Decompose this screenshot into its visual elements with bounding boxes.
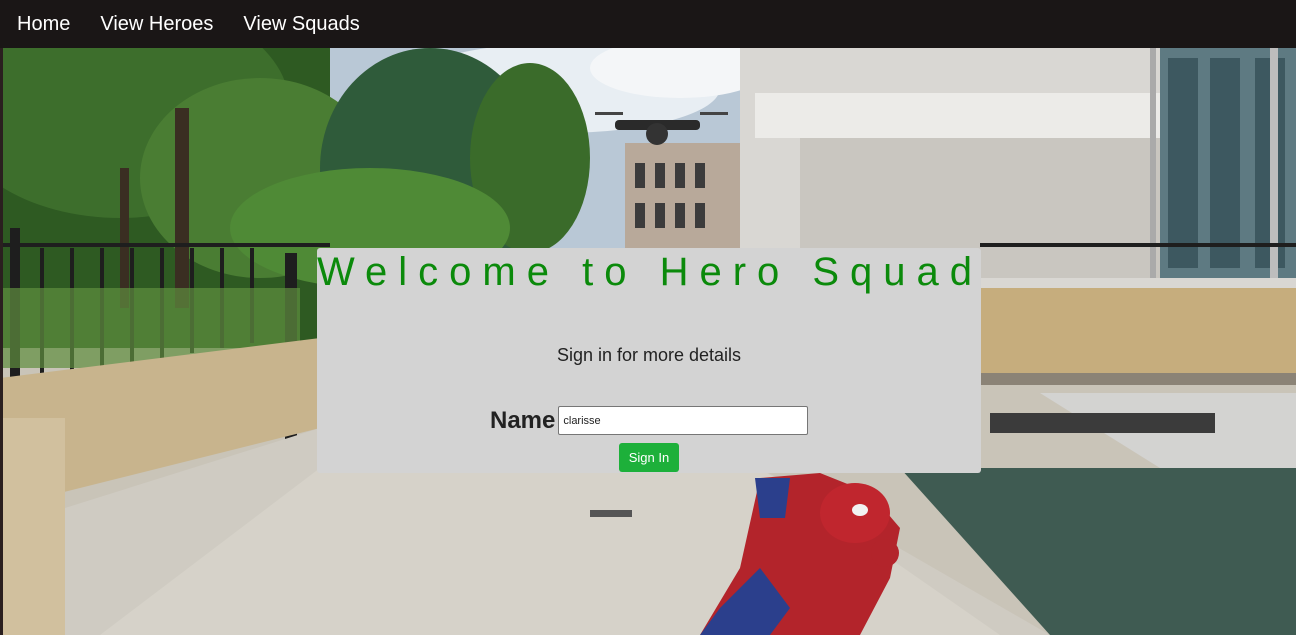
signin-card: Welcome to Hero Squad Sign in for more d… [317,248,981,473]
name-label: Name [490,406,556,434]
top-navbar: Home View Heroes View Squads [0,0,1296,48]
nav-link-home[interactable]: Home [17,13,70,36]
name-input[interactable] [558,406,809,435]
welcome-title: Welcome to Hero Squad [317,250,984,294]
signin-subtitle: Sign in for more details [556,345,742,365]
name-field-row: Name [490,406,809,435]
sign-in-button[interactable]: Sign In [619,443,679,472]
nav-link-view-heroes[interactable]: View Heroes [100,13,213,36]
nav-link-view-squads[interactable]: View Squads [243,13,359,36]
